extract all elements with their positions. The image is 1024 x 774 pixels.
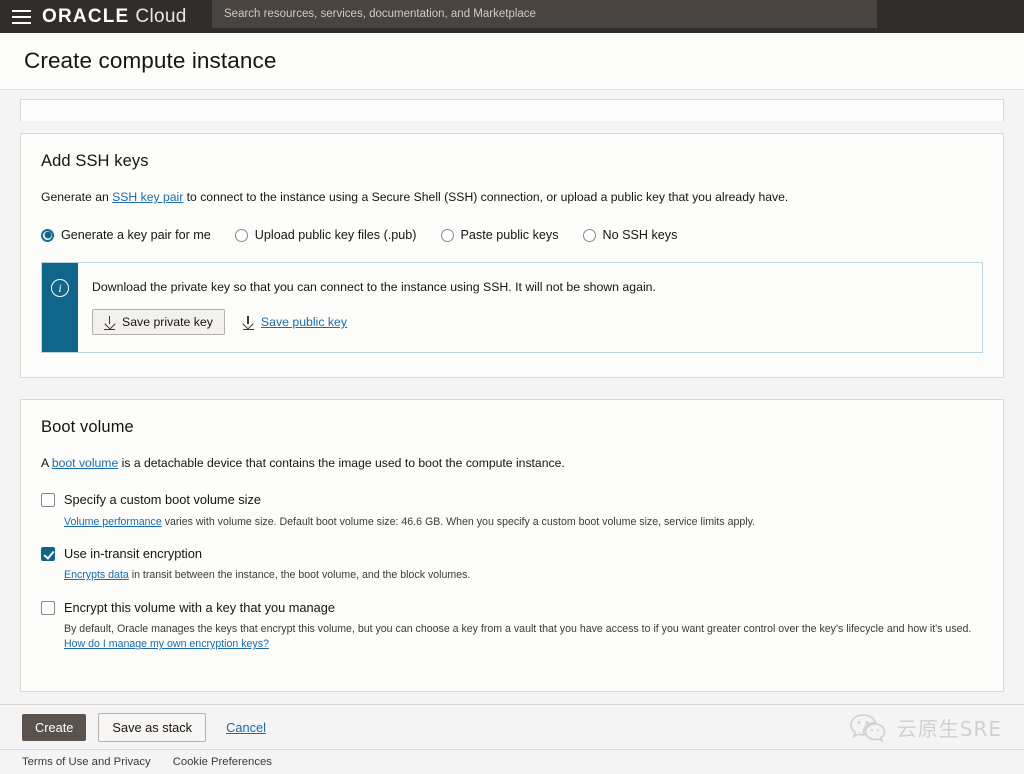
boot-desc-after: is a detachable device that contains the… [118,456,565,471]
boot-section-description: A boot volume is a detachable device tha… [41,455,983,472]
ssh-desc-after: to connect to the instance using a Secur… [183,190,789,204]
ssh-key-pair-link[interactable]: SSH key pair [112,190,183,204]
boot-volume-card: Boot volume A boot volume is a detachabl… [20,399,1004,692]
oracle-wordmark: ORACLE [42,5,130,27]
page-header: Create compute instance [0,33,1024,90]
radio-none-icon[interactable] [582,228,596,242]
in-transit-encryption-checkbox-row[interactable]: Use in-transit encryption [41,546,983,561]
global-topbar: ORACLE Cloud [0,0,1024,33]
boot-desc-before: A [41,456,52,471]
save-as-stack-button[interactable]: Save as stack [98,712,207,742]
save-private-key-label: Save private key [122,315,213,330]
cloud-wordmark: Cloud [135,5,187,27]
info-banner-accent: i [42,263,78,353]
ssh-option-upload[interactable]: Upload public key files (.pub) [234,228,417,243]
checkbox-in-transit-icon[interactable] [41,546,55,561]
form-action-bar: Create Save as stack Cancel 云原生SRE [0,704,1024,749]
encrypts-data-link[interactable]: Encrypts data [64,569,129,581]
customer-key-label: Encrypt this volume with a key that you … [64,599,336,615]
ssh-key-options-group: Generate a key pair for me Upload public… [41,228,983,242]
cookie-preferences-link[interactable]: Cookie Preferences [173,756,272,768]
ssh-option-generate-label: Generate a key pair for me [61,228,211,243]
ssh-section-description: Generate an SSH key pair to connect to t… [41,189,983,206]
checkbox-customer-key-icon[interactable] [41,600,55,615]
hamburger-menu-icon[interactable] [8,4,34,30]
in-transit-encryption-note: Encrypts data in transit between the ins… [64,568,983,583]
manage-own-keys-link[interactable]: How do I manage my own encryption keys? [64,638,269,650]
in-transit-encryption-note-text: in transit between the instance, the boo… [128,569,471,582]
ssh-option-upload-label: Upload public key files (.pub) [254,228,417,243]
customer-key-encryption-group: Encrypt this volume with a key that you … [41,600,983,653]
save-public-key-label[interactable]: Save public key [261,315,347,329]
download-icon [104,316,115,331]
custom-boot-volume-note-text: varies with volume size. Default boot vo… [161,515,756,528]
ssh-option-paste[interactable]: Paste public keys [440,228,559,243]
boot-volume-link[interactable]: boot volume [52,456,118,470]
ssh-option-none-label: No SSH keys [602,228,678,243]
radio-paste-icon[interactable] [440,228,454,242]
customer-key-checkbox-row[interactable]: Encrypt this volume with a key that you … [41,600,983,615]
save-public-key-link[interactable]: Save public key [242,315,347,331]
ssh-option-generate[interactable]: Generate a key pair for me [41,228,211,242]
watermark-text: 云原生SRE [896,716,1002,741]
page-footer: Terms of Use and Privacy Cookie Preferen… [0,749,1024,774]
download-icon-public [242,316,254,331]
watermark: 云原生SRE [849,712,1002,742]
search-input[interactable] [212,0,877,28]
info-banner-body: Download the private key so that you can… [78,263,982,352]
info-icon: i [51,279,69,298]
checkbox-custom-size-icon[interactable] [41,493,55,508]
custom-boot-volume-group: Specify a custom boot volume size Volume… [41,492,983,530]
in-transit-encryption-group: Use in-transit encryption Encrypts data … [41,546,983,584]
oracle-cloud-logo[interactable]: ORACLE Cloud [42,6,187,28]
custom-boot-volume-checkbox-row[interactable]: Specify a custom boot volume size [41,492,983,508]
boot-section-title: Boot volume [41,418,134,437]
form-content-area: Add SSH keys Generate an SSH key pair to… [0,90,1024,704]
key-download-actions: Save private key Save public key [92,309,964,336]
radio-generate-icon[interactable] [41,228,54,242]
page-title: Create compute instance [24,48,277,73]
info-banner-text: Download the private key so that you can… [92,280,656,295]
volume-performance-link[interactable]: Volume performance [64,516,162,528]
terms-of-use-link[interactable]: Terms of Use and Privacy [22,756,151,768]
ssh-section-title: Add SSH keys [41,152,149,170]
customer-key-note-text: By default, Oracle manages the keys that… [64,622,972,635]
add-ssh-keys-card: Add SSH keys Generate an SSH key pair to… [20,133,1004,379]
ssh-option-none[interactable]: No SSH keys [582,228,678,243]
previous-section-card-clipped [20,99,1004,121]
custom-boot-volume-label: Specify a custom boot volume size [64,492,262,508]
wechat-icon [849,714,886,742]
cancel-link[interactable]: Cancel [226,720,266,735]
create-button[interactable]: Create [22,713,87,741]
private-key-info-banner: i Download the private key so that you c… [41,262,983,354]
radio-upload-icon[interactable] [234,228,248,242]
ssh-desc-before: Generate an [41,190,113,204]
custom-boot-volume-note: Volume performance varies with volume si… [64,515,983,530]
in-transit-encryption-label: Use in-transit encryption [64,545,202,561]
customer-key-note: By default, Oracle manages the keys that… [64,622,983,653]
save-private-key-button[interactable]: Save private key [92,309,225,336]
ssh-option-paste-label: Paste public keys [460,228,559,243]
